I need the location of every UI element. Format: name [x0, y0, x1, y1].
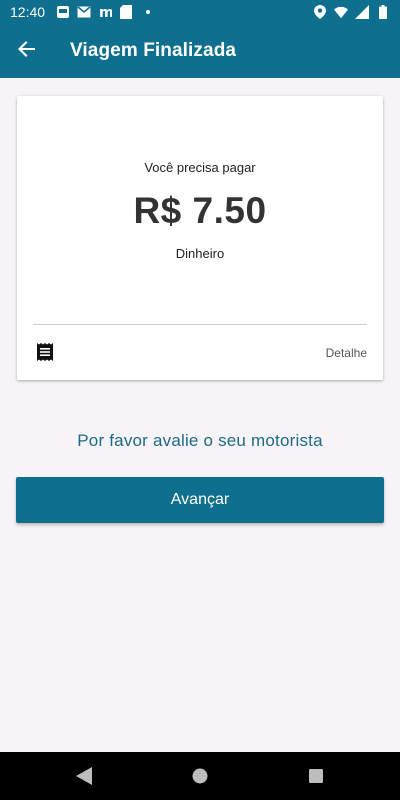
detail-link[interactable]: Detalhe — [326, 346, 367, 360]
sd-card-icon — [119, 5, 133, 19]
wifi-icon — [334, 5, 348, 19]
card-divider — [33, 324, 367, 325]
back-triangle-icon[interactable] — [74, 766, 94, 786]
location-icon — [313, 5, 327, 19]
advance-button[interactable]: Avançar — [16, 477, 384, 523]
battery-icon — [376, 5, 390, 19]
status-left-group: 12:40 m — [10, 4, 151, 20]
receipt-icon — [36, 343, 54, 361]
page-title: Viagem Finalizada — [70, 40, 237, 61]
payment-method: Dinheiro — [175, 246, 225, 261]
signal-icon — [355, 5, 369, 19]
dark-app-icon — [56, 5, 70, 19]
notification-dot — [146, 10, 151, 14]
status-bar: 12:40 m — [0, 0, 400, 24]
app-bar: Viagem Finalizada — [0, 24, 400, 78]
payment-label: Você precisa pagar — [144, 160, 256, 175]
back-button[interactable] — [0, 24, 54, 78]
mail-icon — [77, 5, 91, 19]
svg-text:m: m — [99, 5, 112, 19]
status-right-group — [313, 5, 390, 19]
recents-square-icon[interactable] — [306, 766, 326, 786]
status-time: 12:40 — [10, 4, 46, 20]
payment-card: Você precisa pagar R$ 7.50 Dinheiro Deta… — [17, 96, 383, 380]
system-nav-bar — [0, 752, 400, 800]
home-circle-icon[interactable] — [190, 766, 210, 786]
payment-amount: R$ 7.50 — [133, 190, 267, 231]
arrow-back-icon — [18, 40, 36, 63]
m-app-icon: m — [98, 5, 112, 19]
rate-driver-prompt[interactable]: Por favor avalie o seu motorista — [0, 431, 400, 451]
